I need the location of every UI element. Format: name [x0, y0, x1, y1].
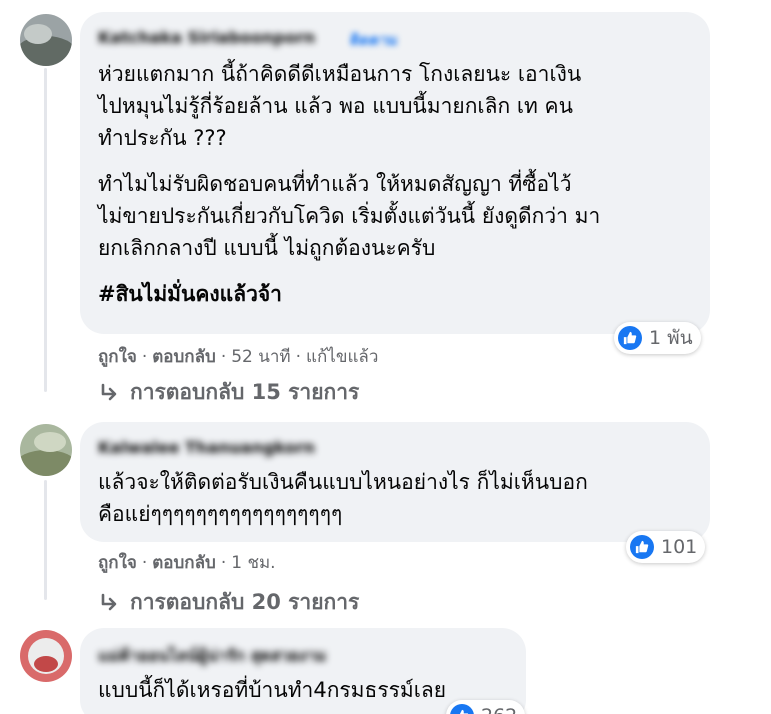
- comment-paragraph: ทำไมไม่รับผิดชอบคนที่ทำแล้ว ให้หมดสัญญา …: [98, 172, 601, 260]
- like-icon: [618, 326, 642, 350]
- reply-link[interactable]: ตอบกลับ: [152, 553, 216, 573]
- replies-count-label: การตอบกลับ 20 รายการ: [130, 590, 360, 614]
- comment-thread: Katchaka Siriaboonporn ติดตาม ห่วยแตกมาก…: [0, 0, 771, 714]
- view-replies-button[interactable]: การตอบกลับ 15 รายการ: [98, 376, 359, 409]
- thread-line: [44, 480, 47, 600]
- avatar[interactable]: [20, 14, 72, 66]
- hashtag-link[interactable]: #สินไม่มั่นคงแล้วจ้า: [98, 278, 694, 310]
- comment-actions: ถูกใจ · ตอบกลับ · 1 ชม.: [98, 553, 276, 573]
- like-icon: [450, 704, 474, 714]
- reply-arrow-icon: [98, 382, 120, 404]
- avatar[interactable]: [20, 630, 72, 682]
- reaction-summary[interactable]: 1 พัน: [614, 322, 701, 354]
- reaction-summary[interactable]: 101: [626, 531, 706, 563]
- comment-author[interactable]: Katchaka Siriaboonporn: [98, 28, 315, 47]
- follow-badge[interactable]: ติดตาม: [350, 28, 398, 52]
- comment-bubble: Katchaka Siriaboonporn ติดตาม ห่วยแตกมาก…: [80, 12, 710, 334]
- comment-text: ห่วยแตกมาก นี้ถ้าคิดดีดีเหมือนการ โกงเลย…: [98, 58, 694, 310]
- like-link[interactable]: ถูกใจ: [98, 347, 137, 367]
- comment-time[interactable]: 1 ชม.: [231, 553, 275, 573]
- like-link[interactable]: ถูกใจ: [98, 553, 137, 573]
- reaction-count: 101: [661, 536, 698, 558]
- reply-arrow-icon: [98, 592, 120, 614]
- reaction-summary[interactable]: 262: [446, 700, 526, 714]
- reply-link[interactable]: ตอบกลับ: [152, 347, 216, 367]
- comment-text: แบบนี้ก็ได้เหรอที่บ้านทำ4กรมธรรม์เลย: [98, 674, 510, 706]
- edited-label[interactable]: แก้ไขแล้ว: [306, 347, 378, 367]
- reaction-count: 1 พัน: [649, 327, 693, 349]
- reaction-count: 262: [481, 705, 517, 714]
- comment-text: แล้วจะให้ติดต่อรับเงินคืนแบบไหนอย่างไร ก…: [98, 466, 694, 530]
- comment-bubble: Kalwalee Thanuangkorn แล้วจะให้ติดต่อรับ…: [80, 422, 710, 542]
- thread-line: [44, 68, 47, 392]
- avatar[interactable]: [20, 424, 72, 476]
- comment-actions: ถูกใจ · ตอบกลับ · 52 นาที · แก้ไขแล้ว: [98, 347, 379, 367]
- view-replies-button[interactable]: การตอบกลับ 20 รายการ: [98, 586, 359, 619]
- comment-author[interactable]: Kalwalee Thanuangkorn: [98, 438, 315, 457]
- comment-time[interactable]: 52 นาที: [231, 347, 290, 367]
- comment-paragraph: ห่วยแตกมาก นี้ถ้าคิดดีดีเหมือนการ โกงเลย…: [98, 62, 582, 150]
- comment-author[interactable]: แม่ค้าออนไลน์ผู้น่ารัก สุดสวยงาม: [98, 644, 326, 669]
- like-icon: [630, 535, 654, 559]
- replies-count-label: การตอบกลับ 15 รายการ: [130, 380, 360, 404]
- comment-paragraph: แล้วจะให้ติดต่อรับเงินคืนแบบไหนอย่างไร ก…: [98, 470, 588, 526]
- comment-paragraph: แบบนี้ก็ได้เหรอที่บ้านทำ4กรมธรรม์เลย: [98, 678, 447, 702]
